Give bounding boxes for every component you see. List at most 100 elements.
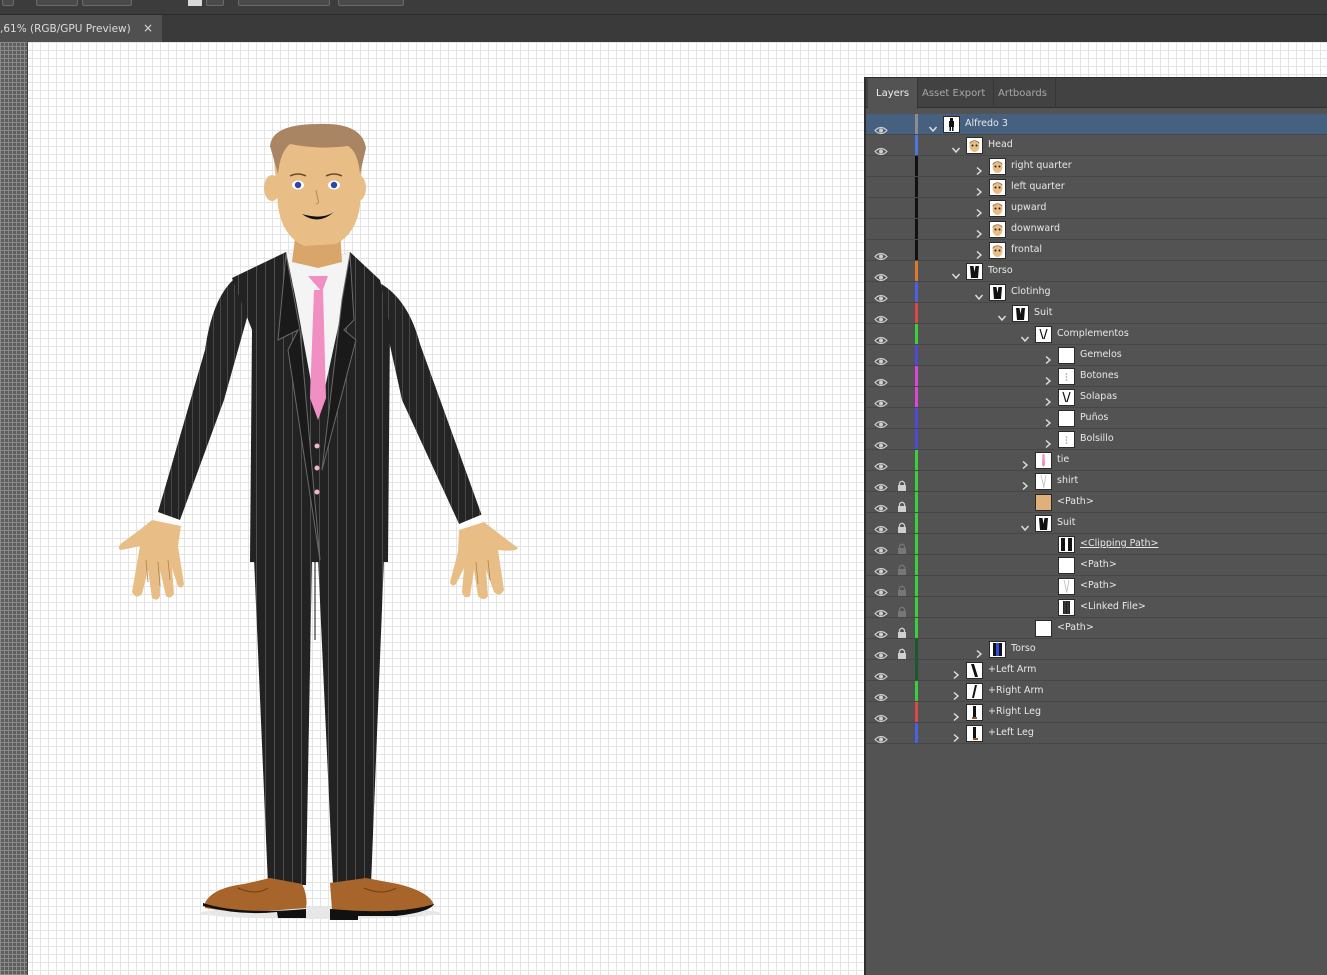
tab-layers[interactable]: Layers xyxy=(868,78,919,109)
layer-row[interactable]: +Right Leg xyxy=(866,702,1327,723)
layer-name[interactable]: <Clipping Path> xyxy=(1080,538,1158,549)
chevron-right-icon[interactable] xyxy=(974,182,984,197)
chevron-right-icon[interactable] xyxy=(1043,413,1053,428)
chevron-right-icon[interactable] xyxy=(951,665,961,680)
visibility-eye-icon[interactable] xyxy=(874,246,888,261)
lock-icon[interactable] xyxy=(897,602,907,617)
layer-name[interactable]: shirt xyxy=(1057,475,1078,486)
lock-icon[interactable] xyxy=(897,287,907,298)
visibility-eye-icon[interactable] xyxy=(874,435,888,450)
visibility-eye-icon[interactable] xyxy=(874,540,888,555)
lock-icon[interactable] xyxy=(897,518,907,533)
chevron-down-icon[interactable] xyxy=(951,140,961,154)
lock-icon[interactable] xyxy=(897,581,907,596)
layer-name[interactable]: <Path> xyxy=(1080,559,1117,570)
visibility-eye-icon[interactable] xyxy=(874,582,888,597)
layer-name[interactable]: Complementos xyxy=(1057,328,1129,339)
visibility-eye-icon[interactable] xyxy=(874,624,888,639)
lock-icon[interactable] xyxy=(897,560,907,575)
chevron-down-icon[interactable] xyxy=(951,266,961,280)
layer-row[interactable]: <Path> xyxy=(866,555,1327,576)
layer-row[interactable]: Complementos xyxy=(866,324,1327,345)
visibility-eye-icon[interactable] xyxy=(874,687,888,702)
lock-icon[interactable] xyxy=(897,665,907,676)
layer-name[interactable]: +Right Leg xyxy=(988,706,1041,717)
visibility-eye-icon[interactable] xyxy=(874,141,888,156)
lock-icon[interactable] xyxy=(897,119,907,130)
layer-row[interactable]: Alfredo 3 xyxy=(866,114,1327,135)
visibility-eye-icon[interactable] xyxy=(874,120,888,135)
layer-row[interactable]: Head xyxy=(866,135,1327,156)
layer-name[interactable]: <Linked File> xyxy=(1080,601,1146,612)
visibility-eye-icon[interactable] xyxy=(874,288,888,303)
document-tab[interactable]: ,61% (RGB/GPU Preview) × xyxy=(0,15,162,43)
layer-row[interactable]: <Path> xyxy=(866,492,1327,513)
chevron-down-icon[interactable] xyxy=(974,287,984,301)
layer-row[interactable]: Solapas xyxy=(866,387,1327,408)
style-swatch[interactable] xyxy=(188,0,202,6)
layer-row[interactable]: +Left Leg xyxy=(866,723,1327,744)
layer-name[interactable]: Solapas xyxy=(1080,391,1117,402)
visibility-eye-icon[interactable] xyxy=(874,729,888,744)
layer-name[interactable]: right quarter xyxy=(1011,160,1072,171)
chevron-right-icon[interactable] xyxy=(974,161,984,176)
layer-name[interactable]: <Path> xyxy=(1057,622,1094,633)
lock-icon[interactable] xyxy=(897,434,907,445)
layer-name[interactable]: +Left Arm xyxy=(988,664,1036,675)
visibility-eye-icon[interactable] xyxy=(874,666,888,681)
visibility-eye-icon[interactable] xyxy=(874,225,888,234)
chevron-right-icon[interactable] xyxy=(1043,350,1053,365)
lock-icon[interactable] xyxy=(897,413,907,424)
layer-name[interactable]: +Right Arm xyxy=(988,685,1044,696)
layer-row[interactable]: <Clipping Path> xyxy=(866,534,1327,555)
document-setup-button[interactable] xyxy=(238,0,330,6)
chevron-right-icon[interactable] xyxy=(951,707,961,722)
chevron-right-icon[interactable] xyxy=(1043,371,1053,386)
lock-icon[interactable] xyxy=(897,203,907,214)
chevron-right-icon[interactable] xyxy=(951,728,961,743)
character-illustration[interactable] xyxy=(112,120,532,930)
layer-row[interactable]: <Path> xyxy=(866,576,1327,597)
lock-icon[interactable] xyxy=(897,266,907,277)
layer-name[interactable]: tie xyxy=(1057,454,1069,465)
layer-name[interactable]: Torso xyxy=(988,265,1013,276)
lock-icon[interactable] xyxy=(897,455,907,466)
layer-name[interactable]: Head xyxy=(988,139,1013,150)
layer-name[interactable]: downward xyxy=(1011,223,1060,234)
layer-row[interactable]: +Left Arm xyxy=(866,660,1327,681)
layer-row[interactable]: right quarter xyxy=(866,156,1327,177)
layer-name[interactable]: left quarter xyxy=(1011,181,1065,192)
lock-icon[interactable] xyxy=(897,329,907,340)
visibility-eye-icon[interactable] xyxy=(874,330,888,345)
layer-name[interactable]: Suit xyxy=(1057,517,1075,528)
lock-icon[interactable] xyxy=(897,140,907,151)
chevron-down-icon[interactable] xyxy=(928,119,938,133)
lock-icon[interactable] xyxy=(897,497,907,512)
layer-name[interactable]: Bolsillo xyxy=(1080,433,1114,444)
visibility-eye-icon[interactable] xyxy=(874,645,888,660)
chevron-right-icon[interactable] xyxy=(974,203,984,218)
lock-icon[interactable] xyxy=(897,539,907,554)
lock-icon[interactable] xyxy=(897,308,907,319)
visibility-eye-icon[interactable] xyxy=(874,498,888,513)
visibility-eye-icon[interactable] xyxy=(874,603,888,618)
layer-row[interactable]: Puños xyxy=(866,408,1327,429)
stroke-dropdown[interactable] xyxy=(36,0,78,6)
layer-row[interactable]: left quarter xyxy=(866,177,1327,198)
opacity-field[interactable] xyxy=(82,0,132,6)
chevron-right-icon[interactable] xyxy=(974,245,984,260)
layer-row[interactable]: tie xyxy=(866,450,1327,471)
layer-row[interactable]: <Linked File> xyxy=(866,597,1327,618)
chevron-right-icon[interactable] xyxy=(974,224,984,239)
lock-icon[interactable] xyxy=(897,245,907,256)
layer-name[interactable]: Clotinhg xyxy=(1011,286,1051,297)
chevron-right-icon[interactable] xyxy=(1043,392,1053,407)
lock-icon[interactable] xyxy=(897,161,907,172)
layer-name[interactable]: frontal xyxy=(1011,244,1042,255)
visibility-eye-icon[interactable] xyxy=(874,561,888,576)
layer-name[interactable]: Alfredo 3 xyxy=(965,118,1008,129)
layer-name[interactable]: Puños xyxy=(1080,412,1108,423)
visibility-eye-icon[interactable] xyxy=(874,393,888,408)
close-icon[interactable]: × xyxy=(143,21,153,35)
arrange-icon[interactable] xyxy=(420,0,432,6)
